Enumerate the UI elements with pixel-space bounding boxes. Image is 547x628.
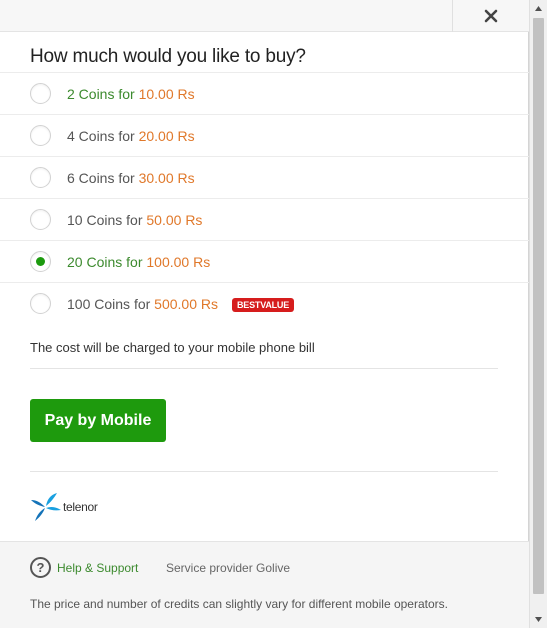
for-word: for: [118, 86, 135, 102]
radio-button[interactable]: [30, 209, 51, 230]
price: 500.00 Rs: [154, 296, 218, 312]
option-label: 2 Coins for 10.00 Rs: [67, 86, 195, 102]
close-button[interactable]: [452, 0, 529, 32]
coin-option-100[interactable]: 100 Coins for 500.00 Rs BESTVALUE: [0, 282, 529, 324]
coin-option-4[interactable]: 4 Coins for 20.00 Rs: [0, 114, 529, 156]
for-word: for: [126, 254, 143, 270]
divider: [30, 368, 498, 369]
for-word: for: [118, 128, 135, 144]
coins-amount: 2 Coins: [67, 86, 115, 102]
question-circle-icon: ?: [30, 557, 51, 578]
vertical-scrollbar[interactable]: [529, 0, 547, 628]
coin-option-2[interactable]: 2 Coins for 10.00 Rs: [0, 72, 529, 114]
option-label: 4 Coins for 20.00 Rs: [67, 128, 195, 144]
purchase-dialog: How much would you like to buy? 2 Coins …: [0, 0, 529, 628]
radio-button[interactable]: [30, 293, 51, 314]
help-support-label: Help & Support: [57, 560, 139, 575]
coins-amount: 100 Coins: [67, 296, 131, 312]
scroll-down-arrow-icon[interactable]: [530, 611, 547, 628]
price-disclaimer: The price and number of credits can slig…: [30, 597, 448, 611]
dialog-topbar: [0, 0, 529, 32]
radio-button[interactable]: [30, 83, 51, 104]
radio-button-selected[interactable]: [30, 251, 51, 272]
help-support-link[interactable]: ? Help & Support: [30, 557, 138, 578]
coin-option-20[interactable]: 20 Coins for 100.00 Rs: [0, 240, 529, 282]
price: 20.00 Rs: [138, 128, 195, 144]
page-title: How much would you like to buy?: [30, 46, 306, 67]
option-label: 6 Coins for 30.00 Rs: [67, 170, 195, 186]
price: 10.00 Rs: [138, 86, 195, 102]
coins-amount: 6 Coins: [67, 170, 115, 186]
cost-note: The cost will be charged to your mobile …: [30, 340, 315, 355]
operator-logo: telenor: [30, 491, 98, 523]
coins-amount: 10 Coins: [67, 212, 123, 228]
best-value-badge: BESTVALUE: [232, 298, 295, 312]
operator-name: telenor: [63, 500, 98, 514]
close-icon: [484, 9, 498, 23]
coin-option-6[interactable]: 6 Coins for 30.00 Rs: [0, 156, 529, 198]
option-label: 10 Coins for 50.00 Rs: [67, 212, 202, 228]
price: 100.00 Rs: [146, 254, 211, 270]
telenor-logo-icon: [31, 493, 61, 521]
radio-button[interactable]: [30, 125, 51, 146]
price: 30.00 Rs: [138, 170, 195, 186]
scrollbar-thumb[interactable]: [533, 18, 544, 594]
option-label: 100 Coins for 500.00 Rs BESTVALUE: [67, 296, 295, 312]
coins-amount: 20 Coins: [67, 254, 123, 270]
price: 50.00 Rs: [146, 212, 203, 228]
for-word: for: [118, 170, 135, 186]
scroll-up-arrow-icon[interactable]: [530, 0, 547, 17]
coins-amount: 4 Coins: [67, 128, 115, 144]
for-word: for: [133, 296, 151, 312]
pay-by-mobile-button[interactable]: Pay by Mobile: [30, 399, 166, 442]
option-label: 20 Coins for 100.00 Rs: [67, 254, 210, 270]
radio-button[interactable]: [30, 167, 51, 188]
dialog-footer: ? Help & Support Service provider Golive…: [0, 541, 529, 628]
for-word: for: [126, 212, 143, 228]
coin-option-10[interactable]: 10 Coins for 50.00 Rs: [0, 198, 529, 240]
coin-options-list: 2 Coins for 10.00 Rs 4 Coins for 20.00 R…: [0, 72, 529, 324]
divider: [30, 471, 498, 472]
service-provider: Service provider Golive: [166, 561, 291, 575]
